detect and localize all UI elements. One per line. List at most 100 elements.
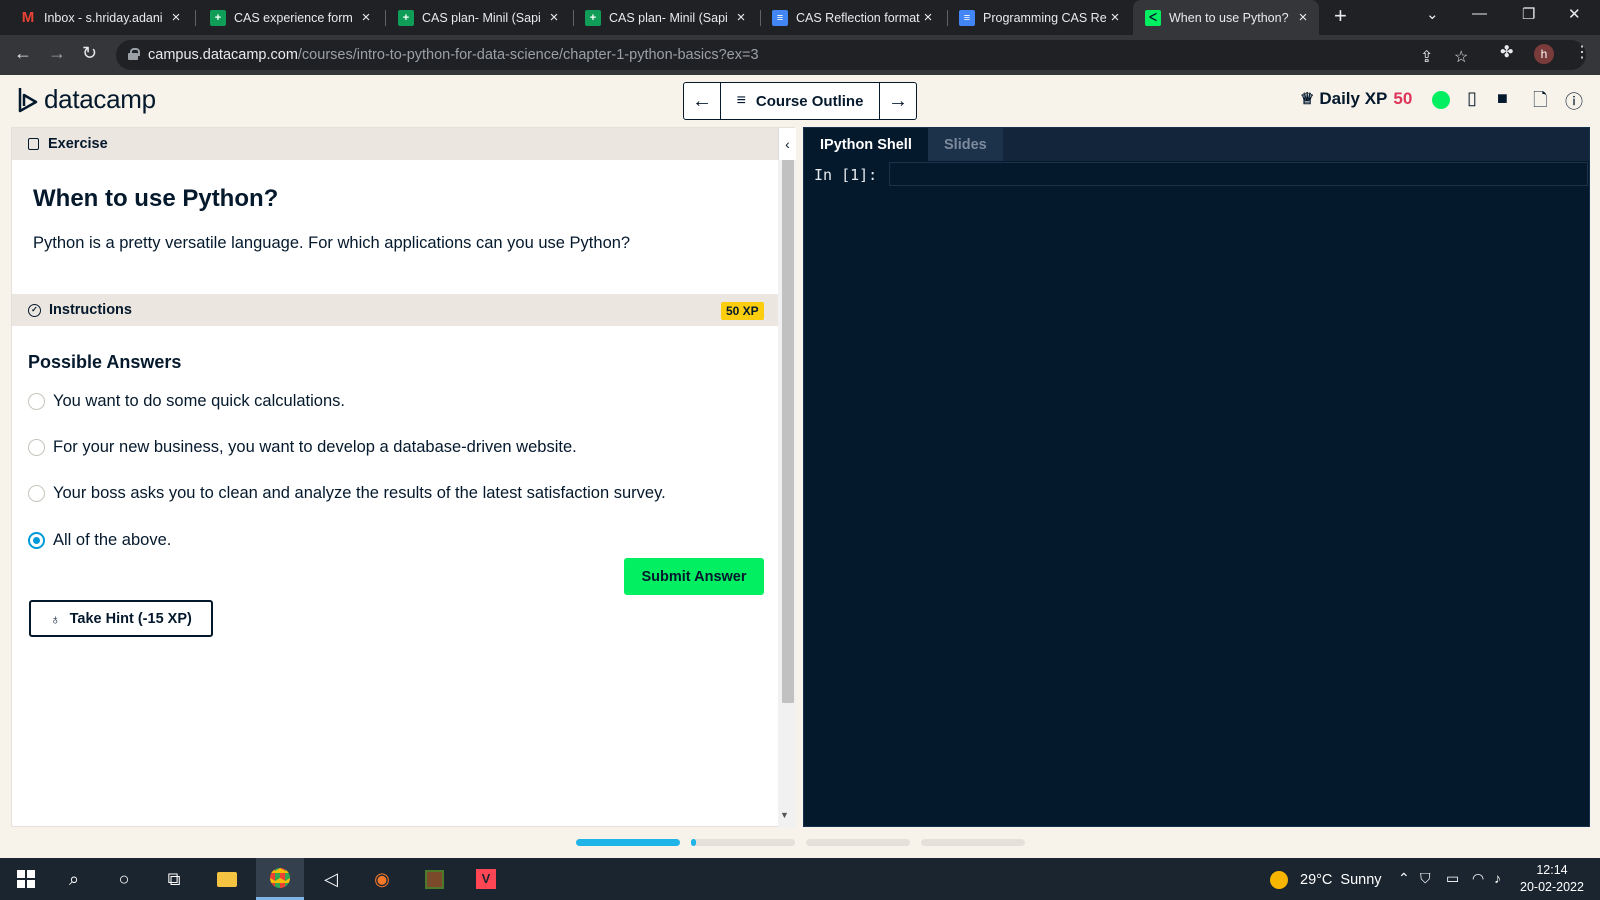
exercise-title: When to use Python? bbox=[33, 185, 279, 212]
exercise-panel: Exercise ‹ When to use Python? Python is… bbox=[11, 127, 796, 828]
exercise-icon bbox=[28, 138, 39, 150]
lock-icon bbox=[128, 48, 140, 60]
answer-option-4[interactable]: All of the above. bbox=[28, 531, 171, 550]
back-arrow-icon[interactable]: ← bbox=[14, 43, 32, 64]
shell-panel: IPython Shell Slides In [1]: bbox=[803, 127, 1590, 827]
exercise-description: Python is a pretty versatile language. F… bbox=[33, 234, 631, 252]
browser-toolbar: ← → ↻ campus.datacamp.com/courses/intro-… bbox=[0, 35, 1600, 75]
progress-segment-2[interactable] bbox=[691, 839, 795, 846]
windows-start-icon[interactable] bbox=[2, 858, 50, 900]
security-shield-icon[interactable]: ⛉ bbox=[1420, 870, 1431, 887]
url-host: campus.datacamp.com bbox=[148, 47, 298, 63]
sun-icon bbox=[1270, 871, 1288, 889]
course-outline-button[interactable]: ≡ Course Outline bbox=[720, 83, 880, 119]
new-tab-icon[interactable]: + bbox=[1334, 3, 1347, 29]
browser-tab-cas-experience[interactable]: + CAS experience form × bbox=[198, 0, 382, 35]
daily-xp[interactable]: ♕ Daily XP 50 bbox=[1300, 89, 1412, 109]
scrollbar-thumb[interactable] bbox=[782, 160, 794, 703]
answer-option-2[interactable]: For your new business, you want to devel… bbox=[28, 438, 577, 457]
progress-segment-4[interactable] bbox=[921, 839, 1025, 846]
status-dot bbox=[1432, 91, 1450, 109]
system-clock[interactable]: 12:14 20-02-2022 bbox=[1520, 862, 1584, 896]
tab-title: CAS Reflection format bbox=[796, 10, 920, 25]
extensions-icon[interactable]: ✤ bbox=[1500, 42, 1513, 62]
progress-segment-3[interactable] bbox=[806, 839, 910, 846]
radio-button[interactable] bbox=[28, 439, 45, 456]
submit-answer-button[interactable]: Submit Answer bbox=[624, 558, 764, 595]
info-icon[interactable]: ⓘ bbox=[1565, 88, 1583, 114]
datacamp-icon: ᐸ bbox=[1145, 9, 1161, 26]
answer-option-1[interactable]: You want to do some quick calculations. bbox=[28, 392, 345, 411]
datacamp-header: datacamp ← ≡ Course Outline → ♕ Daily XP… bbox=[0, 75, 1600, 127]
close-icon[interactable]: × bbox=[733, 9, 749, 26]
valorant-icon[interactable]: V bbox=[462, 858, 510, 900]
forward-arrow-icon[interactable]: → bbox=[48, 43, 66, 64]
radio-button-selected[interactable] bbox=[28, 532, 45, 549]
progress-fill bbox=[576, 839, 680, 846]
visual-studio-icon[interactable]: ◁ bbox=[307, 858, 355, 900]
task-view-icon[interactable]: ⧉ bbox=[150, 858, 198, 900]
close-icon[interactable]: × bbox=[1107, 9, 1123, 26]
chevron-up-icon[interactable]: ⌃ bbox=[1398, 870, 1410, 887]
close-icon[interactable]: × bbox=[358, 9, 374, 26]
slides-file-icon[interactable]: 🗋 bbox=[1533, 88, 1547, 118]
clock-date: 20-02-2022 bbox=[1520, 880, 1584, 894]
url-text: campus.datacamp.com/courses/intro-to-pyt… bbox=[148, 47, 759, 63]
progress-segment-1[interactable] bbox=[576, 839, 680, 846]
url-path: /courses/intro-to-python-for-data-scienc… bbox=[297, 47, 759, 63]
minimize-icon[interactable]: — bbox=[1472, 5, 1487, 22]
tab-slides[interactable]: Slides bbox=[928, 128, 1003, 161]
datacamp-logo-icon bbox=[18, 87, 38, 112]
window-close-icon[interactable]: ✕ bbox=[1568, 5, 1581, 23]
tab-ipython-shell[interactable]: IPython Shell bbox=[804, 128, 928, 161]
collapse-panel-button[interactable]: ‹ bbox=[778, 128, 796, 160]
shell-tabs: IPython Shell Slides bbox=[804, 128, 1589, 161]
next-exercise-button[interactable]: → bbox=[880, 83, 916, 119]
volume-icon[interactable]: ♪ bbox=[1494, 870, 1501, 886]
share-icon[interactable]: ⇪ bbox=[1420, 47, 1433, 67]
answer-option-3[interactable]: Your boss asks you to clean and analyze … bbox=[28, 484, 666, 503]
weather-widget[interactable]: 29°C Sunny bbox=[1270, 871, 1382, 889]
exercise-header: Exercise bbox=[12, 128, 778, 160]
close-icon[interactable]: × bbox=[1295, 9, 1311, 26]
menu-dots-icon[interactable]: ⋮ bbox=[1574, 42, 1590, 62]
close-icon[interactable]: × bbox=[168, 9, 184, 26]
browser-tab-programming-cas[interactable]: ≡ Programming CAS Re × bbox=[947, 0, 1131, 35]
file-explorer-icon[interactable] bbox=[203, 858, 251, 900]
search-icon[interactable]: ⌕ bbox=[50, 858, 98, 900]
chrome-icon[interactable] bbox=[256, 858, 304, 900]
browser-tab-cas-plan-1[interactable]: + CAS plan- Minil (Sapi × bbox=[386, 0, 570, 35]
video-icon[interactable]: ■ bbox=[1497, 88, 1508, 109]
previous-exercise-button[interactable]: ← bbox=[684, 83, 720, 119]
scroll-down-arrow-icon[interactable]: ▼ bbox=[780, 810, 789, 820]
answer-text: Your boss asks you to clean and analyze … bbox=[53, 484, 666, 502]
wifi-icon[interactable]: ◠ bbox=[1472, 870, 1484, 887]
cortana-icon[interactable]: ○ bbox=[100, 858, 148, 900]
shell-input[interactable] bbox=[889, 162, 1588, 186]
restore-icon[interactable]: ❐ bbox=[1522, 5, 1535, 23]
mobile-icon[interactable]: ▯ bbox=[1467, 88, 1477, 109]
datacamp-logo[interactable]: datacamp bbox=[16, 84, 156, 115]
chevron-left-icon: ‹ bbox=[785, 136, 790, 152]
minecraft-icon[interactable] bbox=[410, 858, 458, 900]
browser-tab-cas-plan-2[interactable]: + CAS plan- Minil (Sapi × bbox=[573, 0, 757, 35]
take-hint-button[interactable]: ♁ Take Hint (-15 XP) bbox=[29, 600, 213, 637]
battery-icon[interactable]: ▭ bbox=[1446, 870, 1459, 887]
blender-icon[interactable]: ◉ bbox=[358, 858, 406, 900]
tab-title: Programming CAS Re bbox=[983, 10, 1107, 25]
reload-icon[interactable]: ↻ bbox=[82, 43, 97, 64]
tab-search-chevron-icon[interactable]: ⌄ bbox=[1426, 5, 1439, 23]
close-icon[interactable]: × bbox=[546, 9, 562, 26]
tab-separator bbox=[195, 10, 196, 26]
browser-tab-gmail[interactable]: M Inbox - s.hriday.adani × bbox=[8, 0, 192, 35]
radio-button[interactable] bbox=[28, 393, 45, 410]
radio-button[interactable] bbox=[28, 485, 45, 502]
browser-tab-cas-reflection[interactable]: ≡ CAS Reflection format × bbox=[760, 0, 944, 35]
bookmark-star-icon[interactable]: ☆ bbox=[1454, 47, 1468, 67]
profile-avatar[interactable]: h bbox=[1534, 44, 1554, 64]
tab-title: When to use Python? bbox=[1169, 10, 1289, 25]
address-bar[interactable]: campus.datacamp.com/courses/intro-to-pyt… bbox=[116, 40, 1586, 70]
browser-tab-datacamp[interactable]: ᐸ When to use Python? × bbox=[1133, 0, 1319, 35]
close-icon[interactable]: × bbox=[920, 9, 936, 26]
hint-label: Take Hint (-15 XP) bbox=[69, 610, 192, 627]
